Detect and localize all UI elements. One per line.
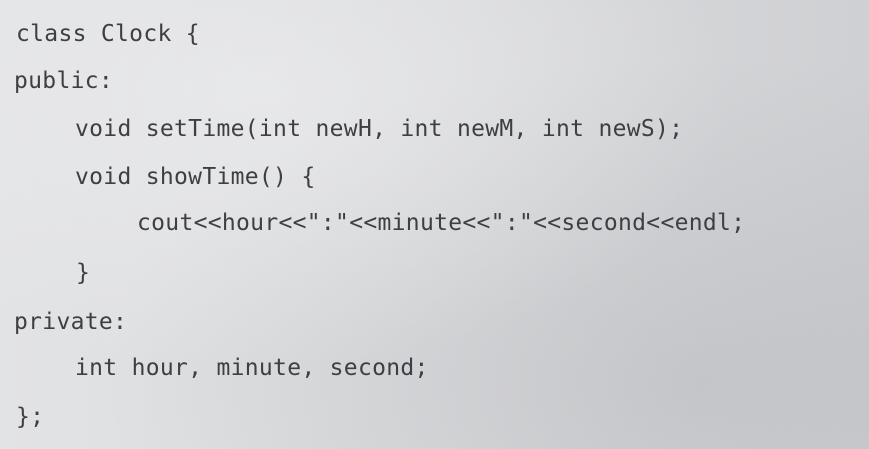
- code-line-class-declaration: class Clock {: [16, 21, 200, 47]
- code-line-close-brace: }: [76, 260, 91, 286]
- code-line-public-label: public:: [14, 68, 114, 94]
- code-line-class-end: };: [16, 404, 45, 430]
- code-line-showtime-definition: void showTime() {: [75, 164, 316, 190]
- code-line-member-variables: int hour, minute, second;: [75, 355, 429, 381]
- document-page: class Clock { public: void setTime(int n…: [0, 0, 869, 449]
- code-line-private-label: private:: [14, 309, 128, 335]
- code-line-settime-declaration: void setTime(int newH, int newM, int new…: [75, 116, 684, 142]
- code-line-cout-statement: cout<<hour<<":"<<minute<<":"<<second<<en…: [137, 210, 746, 236]
